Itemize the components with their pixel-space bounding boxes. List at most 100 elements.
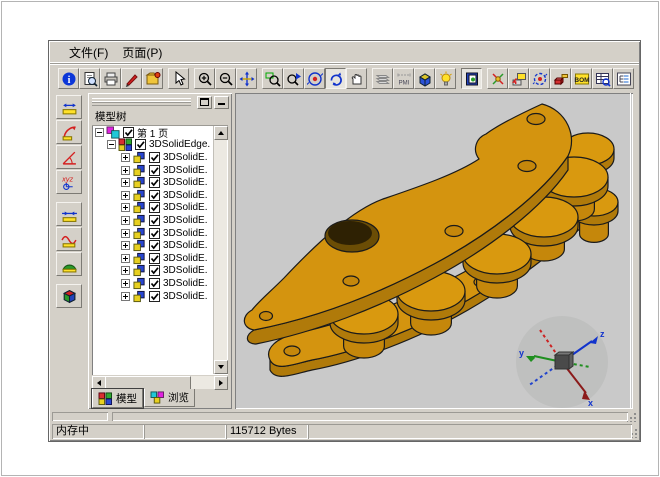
expander-plus-icon[interactable] bbox=[121, 229, 130, 238]
table-find-button[interactable] bbox=[592, 68, 613, 89]
tree-vertical-scrollbar[interactable] bbox=[213, 126, 227, 374]
menu-item-file[interactable]: 文件(F) bbox=[62, 42, 115, 63]
arc-dimension-button[interactable] bbox=[56, 252, 82, 276]
zoom-in-button[interactable] bbox=[194, 68, 215, 89]
panel-grip[interactable] bbox=[92, 98, 191, 106]
tree-node-part-3[interactable]: 3DSolidE. bbox=[93, 176, 214, 189]
checkbox-checked-icon[interactable] bbox=[149, 253, 160, 264]
capture-button[interactable] bbox=[508, 68, 529, 89]
checkbox-checked-icon[interactable] bbox=[149, 228, 160, 239]
tree-node-part-8[interactable]: 3DSolidE. bbox=[93, 239, 214, 252]
tree-node-part-1[interactable]: 3DSolidE. bbox=[93, 151, 214, 164]
tree-node-page[interactable]: 第 1 页 bbox=[93, 126, 214, 139]
checkbox-checked-icon[interactable] bbox=[149, 152, 160, 163]
panel-header[interactable] bbox=[92, 96, 229, 108]
rotate-button[interactable] bbox=[325, 68, 346, 89]
strip-cell-left bbox=[52, 412, 108, 421]
expander-plus-icon[interactable] bbox=[121, 279, 130, 288]
panel-maximize-button[interactable] bbox=[197, 96, 212, 109]
checkbox-checked-icon[interactable] bbox=[149, 190, 160, 201]
strip-grip[interactable] bbox=[627, 412, 637, 422]
distance-dimension-button[interactable] bbox=[56, 202, 82, 226]
checkbox-checked-icon[interactable] bbox=[149, 215, 160, 226]
checkbox-checked-icon[interactable] bbox=[149, 202, 160, 213]
coordinate-dimension-button[interactable]: xyz bbox=[56, 170, 82, 194]
radius-dimension-button[interactable] bbox=[56, 120, 82, 144]
menu-item-page[interactable]: 页面(P) bbox=[115, 42, 169, 63]
checkbox-checked-icon[interactable] bbox=[149, 265, 160, 276]
scroll-left-button[interactable] bbox=[92, 376, 106, 390]
expander-minus-icon[interactable] bbox=[107, 140, 116, 149]
checkbox-checked-icon[interactable] bbox=[135, 139, 146, 150]
print-preview-button[interactable] bbox=[79, 68, 100, 89]
expander-minus-icon[interactable] bbox=[95, 128, 104, 137]
panel-minimize-button[interactable] bbox=[214, 96, 229, 109]
notebook-button[interactable] bbox=[461, 68, 482, 89]
pan-button[interactable] bbox=[236, 68, 257, 89]
curve-dimension-button[interactable] bbox=[56, 227, 82, 251]
3d-viewport[interactable]: z x y bbox=[235, 93, 633, 409]
spin-button[interactable] bbox=[529, 68, 550, 89]
expander-plus-icon[interactable] bbox=[121, 241, 130, 250]
angle-dim-icon bbox=[61, 149, 78, 166]
spin-icon bbox=[532, 71, 548, 87]
checkbox-checked-icon[interactable] bbox=[149, 165, 160, 176]
structure-tree-button[interactable] bbox=[613, 68, 634, 89]
select-button[interactable] bbox=[168, 68, 189, 89]
orbit-target-button[interactable] bbox=[304, 68, 325, 89]
bom-button[interactable]: BOM bbox=[571, 68, 592, 89]
tree-node-part-2[interactable]: 3DSolidE. bbox=[93, 164, 214, 177]
scroll-right-button[interactable] bbox=[214, 376, 228, 390]
tree-node-part-11[interactable]: 3DSolidE. bbox=[93, 277, 214, 290]
model-tree-panel: 模型树 第 1 页3DSolidEdge.3DSolidE.3DSolidE.3… bbox=[88, 93, 232, 409]
lighting-button[interactable] bbox=[435, 68, 456, 89]
layers-button[interactable] bbox=[372, 68, 393, 89]
zoom-out-button[interactable] bbox=[215, 68, 236, 89]
scrollbar-thumb[interactable] bbox=[105, 376, 191, 390]
expander-plus-icon[interactable] bbox=[121, 266, 130, 275]
zoom-window-button[interactable] bbox=[262, 68, 283, 89]
section-view-button[interactable] bbox=[56, 284, 82, 308]
about-button[interactable]: i bbox=[58, 68, 79, 89]
tree-node-part-6[interactable]: 3DSolidE. bbox=[93, 214, 214, 227]
linear-dimension-button[interactable] bbox=[56, 95, 82, 119]
tree-node-part-12[interactable]: 3DSolidE. bbox=[93, 290, 214, 303]
expander-plus-icon[interactable] bbox=[121, 216, 130, 225]
checkbox-checked-icon[interactable] bbox=[123, 127, 134, 138]
annotate-button[interactable] bbox=[121, 68, 142, 89]
expander-plus-icon[interactable] bbox=[121, 292, 130, 301]
explode-button[interactable] bbox=[487, 68, 508, 89]
tree-node-assembly[interactable]: 3DSolidEdge. bbox=[93, 139, 214, 152]
solids-button[interactable] bbox=[550, 68, 571, 89]
tree-node-part-9[interactable]: 3DSolidE. bbox=[93, 252, 214, 265]
scroll-down-button[interactable] bbox=[214, 360, 228, 374]
tab-browse[interactable]: 浏览 bbox=[144, 389, 195, 407]
pmi-button[interactable]: PMI bbox=[393, 68, 414, 89]
tree-node-part-10[interactable]: 3DSolidE. bbox=[93, 265, 214, 278]
checkbox-checked-icon[interactable] bbox=[149, 291, 160, 302]
pan-hand-button[interactable] bbox=[346, 68, 367, 89]
view-3d-button[interactable] bbox=[414, 68, 435, 89]
tree-horizontal-scrollbar[interactable] bbox=[92, 376, 228, 389]
scroll-up-button[interactable] bbox=[214, 126, 228, 140]
zoom-dynamic-button[interactable] bbox=[283, 68, 304, 89]
expander-plus-icon[interactable] bbox=[121, 178, 130, 187]
tab-model[interactable]: 模型 bbox=[92, 389, 143, 408]
expander-plus-icon[interactable] bbox=[121, 254, 130, 263]
tree-node-part-5[interactable]: 3DSolidE. bbox=[93, 202, 214, 215]
print-button[interactable] bbox=[100, 68, 121, 89]
tree-node-part-7[interactable]: 3DSolidE. bbox=[93, 227, 214, 240]
expander-plus-icon[interactable] bbox=[121, 203, 130, 212]
angle-dimension-button[interactable] bbox=[56, 145, 82, 169]
top-hole-3 bbox=[445, 226, 463, 237]
checkbox-checked-icon[interactable] bbox=[149, 177, 160, 188]
checkbox-checked-icon[interactable] bbox=[149, 278, 160, 289]
tree-node-part-4[interactable]: 3DSolidE. bbox=[93, 189, 214, 202]
expander-plus-icon[interactable] bbox=[121, 153, 130, 162]
checkbox-checked-icon[interactable] bbox=[149, 240, 160, 251]
curve-dim-icon bbox=[61, 231, 78, 248]
expander-plus-icon[interactable] bbox=[121, 166, 130, 175]
export-button[interactable] bbox=[142, 68, 163, 89]
big-hole-inner bbox=[328, 221, 372, 245]
expander-plus-icon[interactable] bbox=[121, 191, 130, 200]
